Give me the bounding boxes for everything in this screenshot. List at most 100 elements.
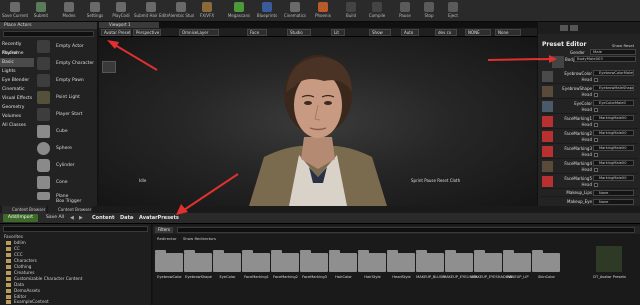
- save-all-button[interactable]: Save All: [46, 214, 64, 222]
- face-marking-icon: [542, 146, 553, 157]
- tree-folder[interactable]: ExampleContent: [6, 299, 49, 305]
- blueprints-button[interactable]: Blueprints: [254, 1, 280, 21]
- playcodi-button[interactable]: PlayCodi: [108, 1, 134, 21]
- asset-folder[interactable]: SkinColor: [530, 245, 563, 290]
- category-recently-placed[interactable]: Recently Placed: [0, 40, 34, 56]
- actor-empty-character[interactable]: Empty Character: [35, 55, 95, 73]
- head-checkbox[interactable]: [594, 78, 598, 82]
- submit-hair-edits-button[interactable]: Submit Hair Edits: [134, 1, 168, 21]
- asset-search-input[interactable]: [177, 227, 635, 233]
- show-dropdown[interactable]: Show: [369, 29, 391, 36]
- category-eye-blender[interactable]: Eye Blender: [0, 76, 34, 85]
- filter-chip-show-redirectors[interactable]: Show Redirectors: [183, 236, 216, 241]
- tab-content-browser-2[interactable]: Content Browser 2: [48, 206, 92, 219]
- submit-button[interactable]: Submit: [28, 1, 54, 21]
- breadcrumb-content[interactable]: Content: [92, 215, 114, 221]
- none-dropdown[interactable]: NONE: [465, 29, 491, 36]
- settings-button[interactable]: Settings: [82, 1, 108, 21]
- head-checkbox[interactable]: [594, 168, 598, 172]
- folder-icon: [6, 259, 11, 263]
- face-dropdown[interactable]: Face: [247, 29, 267, 36]
- alembic-button[interactable]: Alembic Studio: [168, 1, 194, 21]
- actor-empty-pawn[interactable]: Empty Pawn: [35, 72, 95, 90]
- viewport[interactable]: Viewport 1 Avatar Presets Perspective Om…: [99, 22, 537, 206]
- category-lights[interactable]: Lights: [0, 67, 34, 76]
- preset-row-eye-color: EyeColor EyeColorMale0 Head: [541, 99, 638, 114]
- category-geometry[interactable]: Geometry: [0, 103, 34, 112]
- build-button[interactable]: Build: [338, 1, 364, 21]
- auto-dropdown[interactable]: Auto: [401, 29, 419, 36]
- none-dropdown-2[interactable]: None: [495, 29, 521, 36]
- folder-icon: [6, 277, 11, 281]
- compile-button[interactable]: Compile: [364, 1, 390, 21]
- lit-dropdown[interactable]: Lit: [331, 29, 345, 36]
- actor-cylinder[interactable]: Cylinder: [35, 157, 95, 175]
- category-basic[interactable]: Basic: [0, 58, 34, 67]
- fx-button[interactable]: FX/VFX: [194, 1, 220, 21]
- back-arrow-icon[interactable]: ◀: [70, 215, 76, 221]
- actor-search-input[interactable]: [3, 31, 94, 37]
- viewport-scene[interactable]: Idle Sprint Pause Reset Cloth: [99, 37, 537, 206]
- gender-select[interactable]: Male: [590, 49, 636, 55]
- category-keyframe[interactable]: Keyframe: [0, 49, 34, 58]
- actor-box-trigger[interactable]: Box Trigger: [35, 198, 95, 206]
- modes-button[interactable]: Modes: [56, 1, 82, 21]
- folder-icon: [242, 250, 270, 272]
- filter-icon[interactable]: [560, 25, 568, 31]
- preset-row-face-marking1: FaceMarking1 MarkingMale00 Head: [541, 114, 638, 129]
- eject-button[interactable]: Eject: [440, 1, 466, 21]
- dev-dropdown[interactable]: dev cx: [435, 29, 457, 36]
- head-checkbox[interactable]: [594, 123, 598, 127]
- phoenix-button[interactable]: Phoenix: [310, 1, 336, 21]
- forward-arrow-icon[interactable]: ▶: [79, 215, 85, 221]
- head-checkbox[interactable]: [594, 138, 598, 142]
- cylinder-icon: [37, 159, 50, 172]
- pawn-icon: [37, 74, 50, 87]
- actor-player-start[interactable]: Player Start: [35, 106, 95, 124]
- folder-search-input[interactable]: [3, 226, 148, 232]
- megascans-button[interactable]: Megascans: [226, 1, 252, 21]
- head-checkbox[interactable]: [594, 153, 598, 157]
- tab-content-browser-1[interactable]: Content Browser 1: [2, 206, 46, 219]
- folder-icon: [532, 250, 560, 272]
- avatar-presets-dropdown[interactable]: Avatar Presets: [101, 29, 131, 36]
- alembic-icon: [176, 2, 186, 12]
- folder-icon: [300, 250, 328, 272]
- show-reset-label[interactable]: Show Reset: [612, 43, 634, 48]
- studio-dropdown[interactable]: Studio: [287, 29, 311, 36]
- layer-dropdown[interactable]: OmniseLayer: [179, 29, 219, 36]
- cinematics-button[interactable]: Cinematics: [282, 1, 308, 21]
- head-checkbox[interactable]: [594, 183, 598, 187]
- filters-button[interactable]: Filters: [155, 227, 173, 233]
- actor-cube[interactable]: Cube: [35, 123, 95, 141]
- actor-point-light[interactable]: Point Light: [35, 89, 95, 107]
- category-cinematic[interactable]: Cinematic: [0, 85, 34, 94]
- preset-row-face-marking4: FaceMarking4 MarkingMale00 Head: [541, 159, 638, 174]
- settings-icon[interactable]: [570, 25, 578, 31]
- stop-button[interactable]: Stop: [416, 1, 442, 21]
- category-visual-effects[interactable]: Visual Effects: [0, 94, 34, 103]
- body-select[interactable]: BodyMale003: [574, 56, 636, 62]
- head-checkbox[interactable]: [594, 93, 598, 97]
- megascans-icon: [234, 2, 244, 12]
- swatch-thumbnail: [542, 101, 553, 112]
- head-checkbox[interactable]: [594, 108, 598, 112]
- actor-empty-actor[interactable]: Empty Actor: [35, 38, 95, 56]
- status-controls-label[interactable]: Sprint Pause Reset Cloth: [411, 178, 460, 183]
- save-current-button[interactable]: Save Current: [2, 1, 28, 21]
- playcodi-icon: [116, 2, 126, 12]
- add-import-button[interactable]: Add/Import: [3, 214, 38, 222]
- category-all-classes[interactable]: All Classes: [0, 121, 34, 130]
- breadcrumb-avatar-presets[interactable]: AvatarPresets: [139, 215, 179, 221]
- content-browser-tabs: Content Browser 1 Content Browser 2: [0, 206, 640, 219]
- folder-icon: [387, 250, 415, 272]
- preset-editor-toolbar: [538, 22, 640, 34]
- asset-data-table[interactable]: DT_Avatar Presets: [593, 245, 626, 290]
- viewport-status-bar: Idle Sprint Pause Reset Cloth: [139, 178, 499, 184]
- actor-sphere[interactable]: Sphere: [35, 140, 95, 158]
- filter-chip-redirector[interactable]: Redirector: [157, 236, 177, 241]
- place-actors-tab[interactable]: Place Actors: [0, 22, 97, 29]
- perspective-dropdown[interactable]: Perspective: [133, 29, 161, 36]
- pause-button[interactable]: Pause: [392, 1, 418, 21]
- category-volumes[interactable]: Volumes: [0, 112, 34, 121]
